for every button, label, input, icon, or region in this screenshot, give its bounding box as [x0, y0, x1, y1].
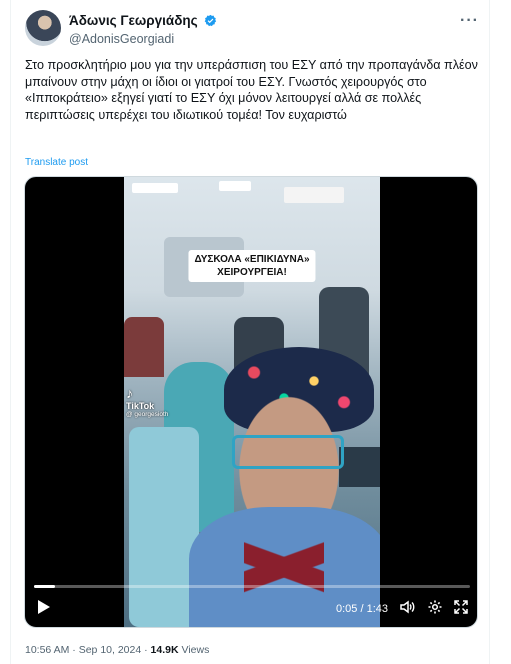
video-time: 0:05 / 1:43 — [336, 603, 388, 615]
tiktok-logo-icon: ♪ — [126, 385, 133, 401]
video-caption-line1: ΔΥΣΚΟΛΑ «ΕΠΙΚΙΔΥΝΑ» — [194, 254, 310, 265]
video-progress-bar[interactable] — [34, 585, 470, 588]
tweet-date[interactable]: Sep 10, 2024 — [79, 644, 141, 656]
ceiling-light — [219, 181, 251, 191]
video-progress-fill — [34, 585, 56, 588]
author-handle[interactable]: @AdonisGeorgiadi — [69, 32, 217, 46]
meta-separator: · — [144, 644, 148, 656]
video-controls: 0:05 / 1:43 — [25, 577, 477, 627]
fullscreen-icon[interactable] — [453, 599, 469, 615]
ceiling-light — [132, 183, 178, 193]
verified-badge-icon — [204, 14, 217, 27]
play-icon[interactable] — [37, 599, 51, 615]
tweet-card: Άδωνις Γεωργιάδης @AdonisGeorgiadi ··· Σ… — [10, 0, 490, 664]
tweet-meta: 10:56 AM · Sep 10, 2024 · 14.9K Views — [25, 644, 209, 656]
more-icon[interactable]: ··· — [460, 12, 479, 30]
views-label: Views — [181, 644, 210, 656]
background-person — [124, 317, 164, 377]
tweet-header: Άδωνις Γεωργιάδης @AdonisGeorgiadi ··· — [25, 10, 481, 50]
ceiling-panel — [284, 187, 344, 203]
tweet-time[interactable]: 10:56 AM — [25, 644, 69, 656]
meta-separator: · — [72, 644, 76, 656]
video-caption-line2: ΧΕΙΡΟΥΡΓΕΙΑ! — [217, 267, 287, 278]
video-caption: ΔΥΣΚΟΛΑ «ΕΠΙΚΙΔΥΝΑ» ΧΕΙΡΟΥΡΓΕΙΑ! — [188, 250, 316, 282]
author-names: Άδωνις Γεωργιάδης @AdonisGeorgiadi — [69, 12, 217, 46]
surgeon-glasses — [232, 435, 344, 469]
author-display-name[interactable]: Άδωνις Γεωργιάδης — [69, 13, 198, 28]
translate-post-link[interactable]: Translate post — [25, 157, 88, 168]
tiktok-username: @ georgesioth — [126, 411, 169, 418]
views-count: 14.9K — [150, 644, 179, 656]
avatar[interactable] — [25, 10, 61, 46]
tiktok-watermark: ♪ TikTok @ georgesioth — [126, 385, 168, 418]
tweet-text: Στο προσκλητήριο μου για την υπεράσπιση … — [25, 58, 478, 122]
settings-icon[interactable] — [427, 599, 443, 615]
volume-icon[interactable] — [399, 599, 415, 615]
video-frame[interactable]: ΔΥΣΚΟΛΑ «ΕΠΙΚΙΔΥΝΑ» ΧΕΙΡΟΥΡΓΕΙΑ! ♪ TikTo… — [124, 177, 380, 627]
tiktok-brand: TikTok — [126, 401, 155, 411]
video-player[interactable]: ΔΥΣΚΟΛΑ «ΕΠΙΚΙΔΥΝΑ» ΧΕΙΡΟΥΡΓΕΙΑ! ♪ TikTo… — [24, 176, 478, 628]
